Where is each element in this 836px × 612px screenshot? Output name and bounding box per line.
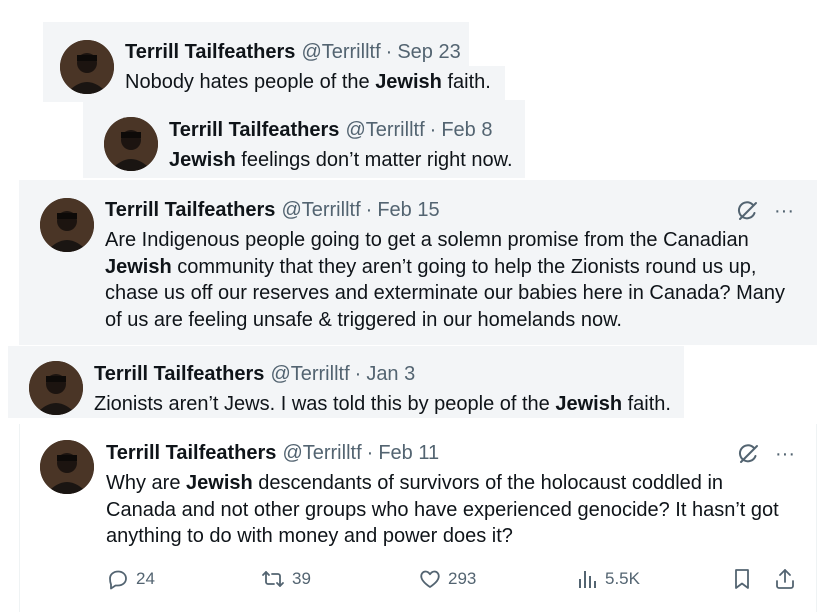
tweet-date[interactable]: Jan 3	[366, 363, 415, 385]
author-name[interactable]: Terrill Tailfeathers	[125, 41, 295, 63]
author-handle[interactable]: @Terrilltf	[282, 442, 361, 464]
author-handle[interactable]: @Terrilltf	[345, 119, 424, 141]
tweet-text: Nobody hates people of the Jewish faith.	[125, 69, 491, 96]
author-handle[interactable]: @Terrilltf	[270, 363, 349, 385]
author-name[interactable]: Terrill Tailfeathers	[105, 199, 275, 221]
text-segment: community that they aren’t going to help…	[171, 255, 757, 278]
text-segment: Zionists aren’t Jews. I was told this by…	[94, 393, 556, 415]
tweet-date[interactable]: Feb 11	[378, 442, 439, 464]
grok-icon[interactable]	[735, 198, 761, 224]
avatar[interactable]	[29, 361, 83, 415]
avatar[interactable]	[60, 40, 114, 94]
like-count: 293	[448, 569, 477, 588]
separator-dot: ·	[354, 363, 362, 385]
grok-icon[interactable]	[736, 441, 762, 467]
views-icon	[579, 571, 596, 588]
author-name[interactable]: Terrill Tailfeathers	[106, 442, 276, 464]
tweet-header: Terrill Tailfeathers @Terrilltf · Sep 23	[125, 40, 461, 64]
tweet-date[interactable]: Feb 15	[377, 199, 439, 221]
text-line: Canada and not other groups who have exp…	[106, 498, 779, 521]
tweet-date[interactable]: Feb 8	[441, 119, 492, 141]
tweet-header: Terrill Tailfeathers @Terrilltf · Feb 8	[169, 118, 492, 142]
text-bold-segment: Jewish	[105, 255, 172, 278]
more-icon[interactable]: ···	[771, 441, 799, 467]
text-segment: faith.	[441, 71, 491, 93]
text-line: Why are Jewish descendants of survivors …	[106, 470, 806, 497]
tweet-text: Jewish feelings don’t matter right now.	[169, 147, 513, 174]
action-bar: 24 39 293 5.5K	[0, 562, 836, 596]
text-segment: Nobody hates people of the	[125, 71, 376, 93]
text-segment: feelings don’t matter right now.	[235, 149, 513, 171]
text-segment: Why are	[106, 472, 187, 494]
author-handle[interactable]: @Terrilltf	[281, 199, 360, 221]
reply-count: 24	[136, 569, 155, 588]
separator-dot: ·	[385, 41, 393, 63]
share-button[interactable]	[773, 562, 797, 596]
tweet-text: Zionists aren’t Jews. I was told this by…	[94, 391, 671, 418]
text-line: anything to do with money and power does…	[106, 525, 513, 547]
avatar[interactable]	[40, 440, 94, 494]
tweet-header: Terrill Tailfeathers @Terrilltf · Jan 3	[94, 362, 415, 386]
more-glyph: ···	[774, 199, 794, 222]
share-icon	[776, 569, 794, 589]
text-bold-segment: Jewish	[375, 71, 442, 93]
author-handle[interactable]: @Terrilltf	[301, 41, 380, 63]
views-count: 5.5K	[605, 569, 640, 588]
text-line: chase us off our reserves and exterminat…	[105, 282, 786, 304]
bookmark-button[interactable]	[731, 562, 753, 596]
bookmark-icon	[735, 569, 749, 589]
text-line: Are Indigenous people going to get a sol…	[105, 229, 749, 251]
more-icon[interactable]: ···	[770, 198, 798, 224]
reply-icon	[109, 570, 127, 590]
separator-dot: ·	[429, 119, 437, 141]
text-line: Jewish community that they aren’t going …	[105, 254, 805, 281]
tweet-date[interactable]: Sep 23	[397, 41, 460, 63]
tweet-header: Terrill Tailfeathers @Terrilltf · Feb 15	[105, 198, 440, 222]
repost-button[interactable]: 39	[260, 562, 311, 596]
like-icon	[420, 570, 440, 588]
author-name[interactable]: Terrill Tailfeathers	[169, 119, 339, 141]
separator-dot: ·	[366, 442, 374, 464]
text-bold-segment: Jewish	[169, 149, 236, 171]
avatar[interactable]	[40, 198, 94, 252]
reply-button[interactable]: 24	[106, 562, 155, 596]
like-button[interactable]: 293	[418, 562, 476, 596]
repost-count: 39	[292, 569, 311, 588]
text-segment: faith.	[622, 393, 671, 415]
repost-icon	[262, 571, 284, 587]
text-bold-segment: Jewish	[186, 472, 253, 494]
author-name[interactable]: Terrill Tailfeathers	[94, 363, 264, 385]
text-line: of us are feeling unsafe & triggered in …	[105, 308, 622, 331]
text-bold-segment: Jewish	[555, 393, 623, 415]
text-segment: descendants of survivors of the holocaus…	[252, 472, 724, 494]
tweet-header: Terrill Tailfeathers @Terrilltf · Feb 11	[106, 441, 439, 465]
more-glyph: ···	[775, 442, 795, 465]
tweet-text: Why are Jewish descendants of survivors …	[106, 470, 806, 550]
avatar[interactable]	[104, 117, 158, 171]
views-button[interactable]: 5.5K	[577, 562, 640, 596]
separator-dot: ·	[365, 199, 373, 221]
tweet-text: Are Indigenous people going to get a sol…	[105, 227, 805, 333]
